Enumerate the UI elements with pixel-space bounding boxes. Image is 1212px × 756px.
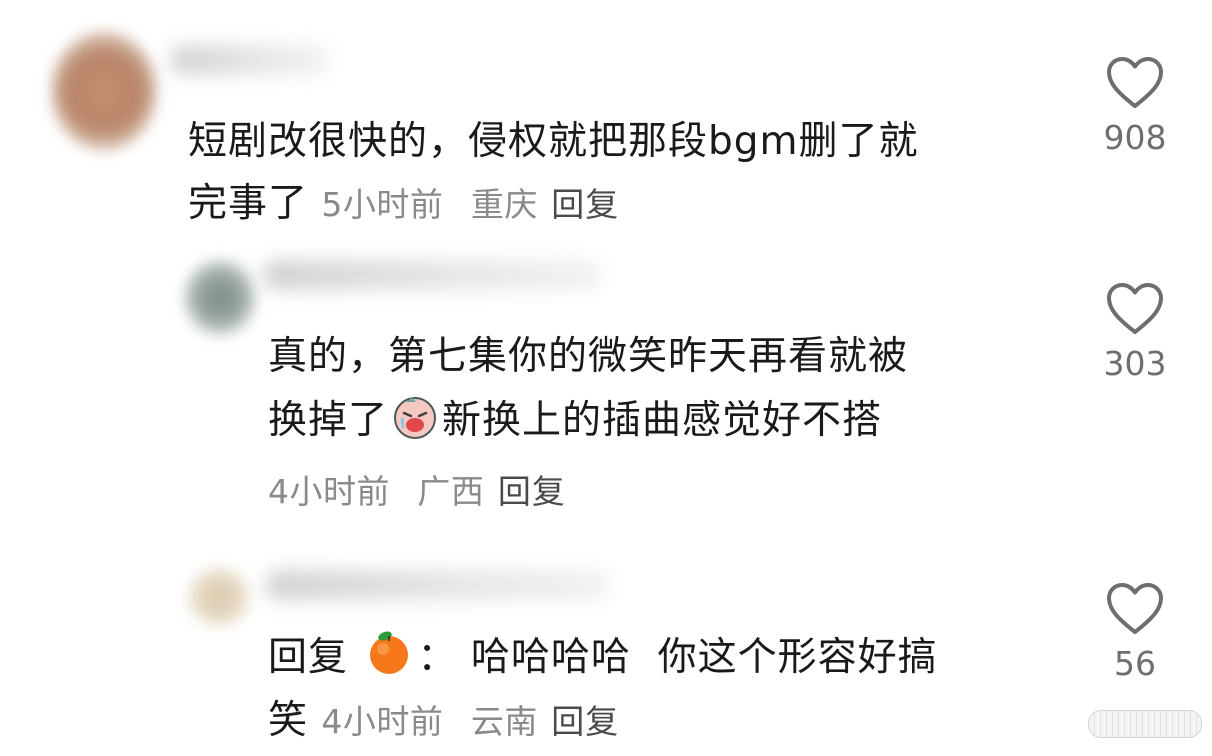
heart-outline-icon [1107,583,1163,634]
comment-item-1: 短剧改很快的，侵权就把那段bgm删了就 完事了 5小时前 重庆 回复 908 [0,0,1212,240]
orange-icon[interactable] [365,629,413,695]
reply-button[interactable]: 回复 [551,702,619,741]
reply-prefix: 回复 [268,635,349,680]
comment-text-line2: 完事了 [188,181,309,226]
comment-text: 回复 ： 哈哈哈哈 你这个形容好搞 [268,627,938,695]
timestamp: 4小时前 [321,702,444,741]
like-button[interactable]: 908 [1090,56,1180,157]
like-count: 908 [1103,118,1167,157]
comment-text-line2a: 换掉了 [268,398,389,443]
comment-item-3: 回复 ： 哈哈哈哈 你这个形容好搞 笑 4小时前 云南 回复 56 [0,540,1212,756]
location: 重庆 [470,185,538,224]
username-redacted[interactable] [262,260,602,290]
reply-button[interactable]: 回复 [551,185,619,224]
username-redacted[interactable] [170,45,330,75]
like-button[interactable]: 303 [1090,282,1180,383]
comment-text-line1: 真的，第七集你的微笑昨天再看就被 [268,334,909,379]
avatar[interactable] [52,32,156,150]
reply-colon: ： [417,635,458,680]
like-button[interactable]: 56 [1090,582,1180,683]
scrollbar-handle[interactable] [1088,710,1202,738]
location: 广西 [417,472,485,511]
comment-text-continued: 换掉了 新换上的插曲感觉好不搭 [268,390,882,458]
heart-outline-icon [1107,57,1163,108]
username-redacted[interactable] [265,570,610,600]
like-count: 303 [1103,344,1167,383]
like-count: 56 [1114,644,1156,683]
comment-text: 真的，第七集你的微笑昨天再看就被 [268,326,908,387]
avatar[interactable] [188,568,250,626]
comment-text-line1: 短剧改很快的，侵权就把那段bgm删了就 [188,119,919,164]
timestamp: 5小时前 [321,185,444,224]
comment-meta: 4小时前 广西 回复 [268,460,566,522]
comment-text-continued: 笑 4小时前 云南 回复 [268,690,619,752]
comment-text-continued: 完事了 5小时前 重庆 回复 [188,173,619,235]
crying-face-icon [392,394,438,458]
comment-text: 短剧改很快的，侵权就把那段bgm删了就 [188,111,919,172]
comment-text-line2b: 新换上的插曲感觉好不搭 [442,398,883,443]
avatar[interactable] [185,260,255,335]
reply-button[interactable]: 回复 [498,472,566,511]
location: 云南 [470,702,538,741]
comment-text-line2: 笑 [268,698,309,743]
comment-item-2: 真的，第七集你的微笑昨天再看就被 换掉了 新换上的插曲感觉好不搭 4小时前 广西… [0,240,1212,530]
heart-outline-icon [1107,283,1163,334]
timestamp: 4小时前 [268,472,390,511]
comment-text-line1: 哈哈哈哈 你这个形容好搞 [470,635,938,680]
